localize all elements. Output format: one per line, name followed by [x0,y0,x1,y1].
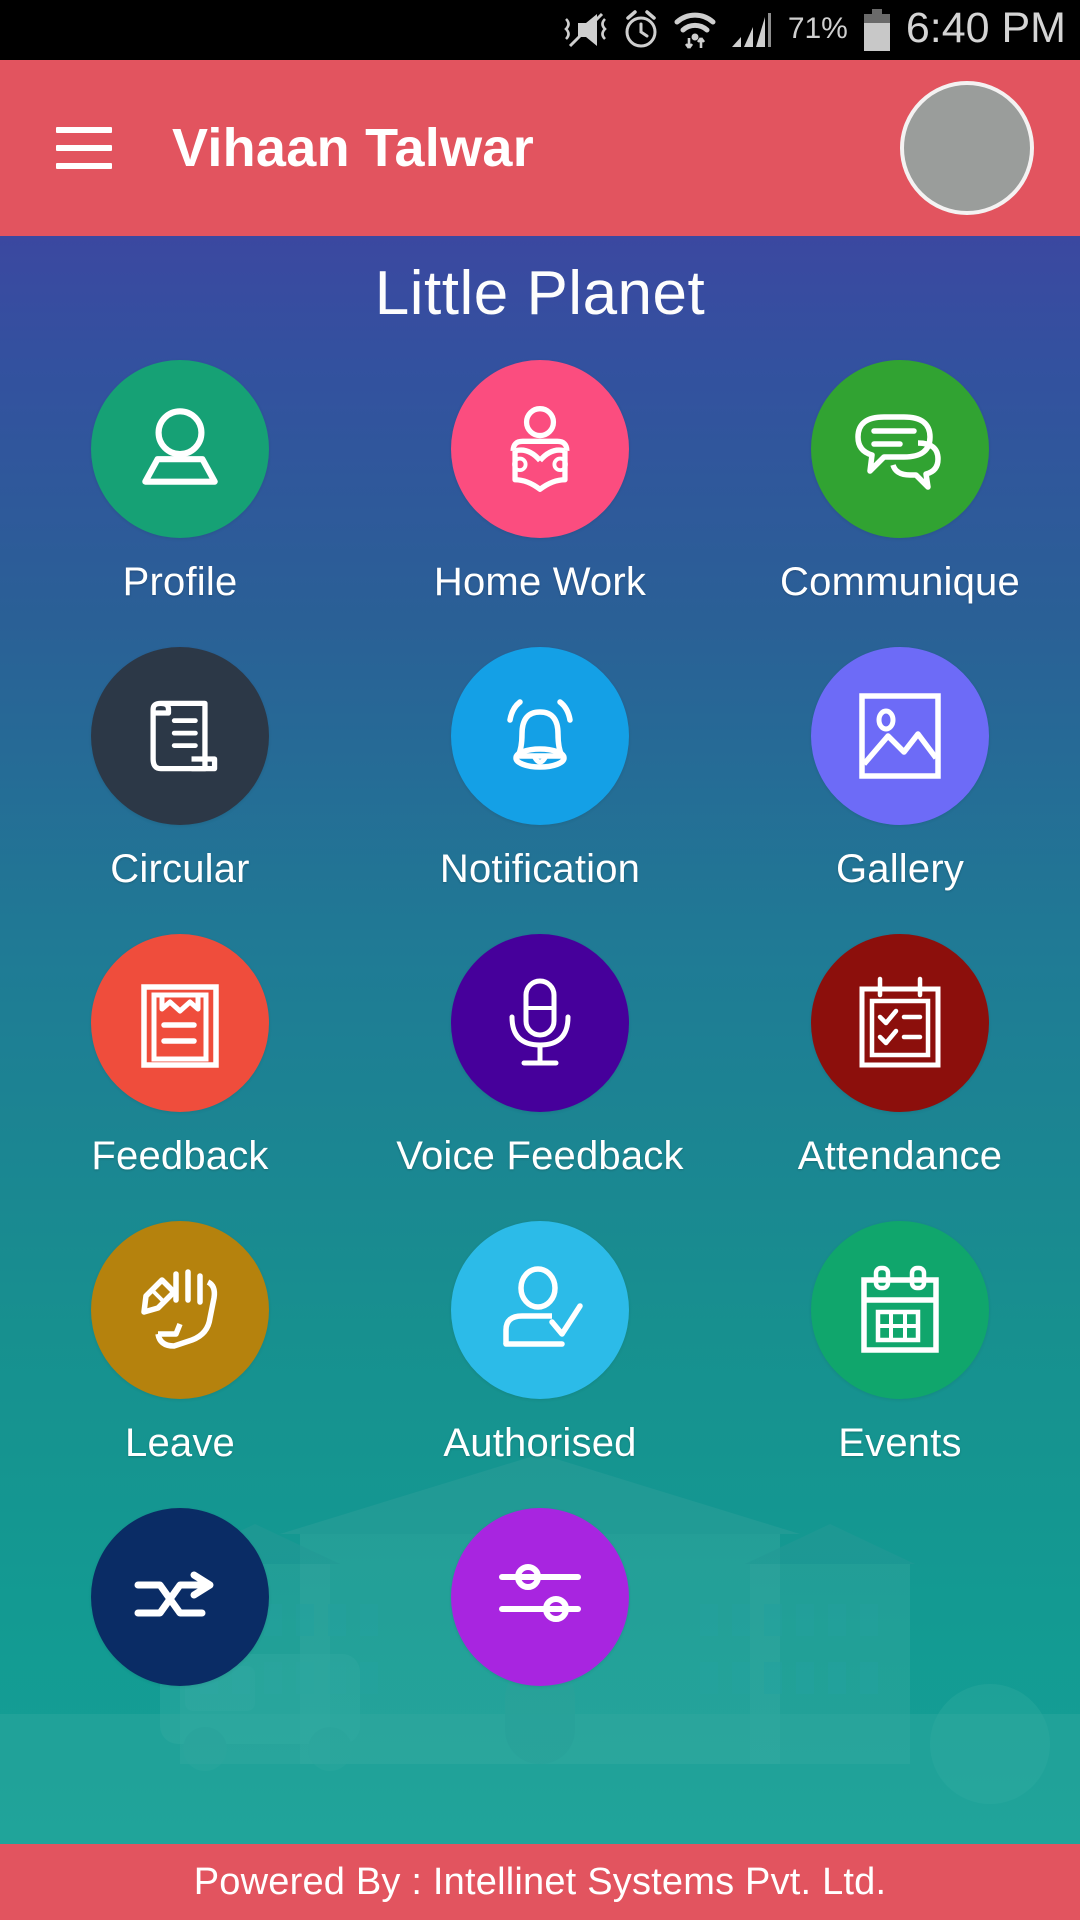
alarm-icon [622,10,660,50]
tile-bubble [91,1508,269,1686]
tile-bubble [91,934,269,1112]
tile-bubble [91,647,269,825]
scroll-document-icon [132,688,228,784]
tile-label: Attendance [797,1134,1003,1178]
transfer-arrows-icon [130,1547,230,1647]
app-header: Vihaan Talwar [0,60,1080,236]
main-content: Little Planet Profile Home Work Communiq… [0,236,1080,1844]
tile-label: Profile [122,560,238,604]
tile-label: Voice Feedback [396,1134,684,1178]
tile-gallery[interactable]: Gallery [720,647,1080,892]
settings-sliders-icon [490,1547,590,1647]
calendar-icon [852,1260,948,1360]
battery-percent-label: 71% [787,12,848,45]
battery-icon [862,8,892,52]
tile-label: Authorised [443,1421,637,1465]
tile-label: Home Work [433,560,647,604]
tile-bubble [451,934,629,1112]
footer-bar: Powered By : Intellinet Systems Pvt. Ltd… [0,1844,1080,1920]
tile-settings[interactable] [360,1508,720,1708]
tile-voice-feedback[interactable]: Voice Feedback [360,934,720,1179]
tile-bubble [91,360,269,538]
hand-writing-icon [132,1260,228,1360]
tile-bubble [451,360,629,538]
app-root: 71% 6:40 PM Vihaan Talwar Little Planet … [0,0,1080,1920]
image-picture-icon [854,686,946,786]
tile-attendance[interactable]: Attendance [720,934,1080,1179]
app-tile-grid: Profile Home Work Communique Circular No… [0,360,1080,1708]
bell-icon [490,686,590,786]
tile-label: Circular [110,847,250,891]
tile-bubble [811,647,989,825]
reading-person-icon [492,401,588,497]
tile-bubble [811,934,989,1112]
tile-label: Notification [439,847,641,891]
wifi-icon [674,10,716,50]
tile-profile[interactable]: Profile [0,360,360,605]
chat-bubbles-icon [848,399,952,499]
tile-bubble [811,360,989,538]
tile-label: Events [838,1421,962,1465]
user-profile-icon [129,398,231,500]
tile-events[interactable]: Events [720,1221,1080,1466]
microphone-icon [494,973,586,1073]
tile-bubble [451,647,629,825]
tile-label: Feedback [91,1134,269,1178]
tile-circular[interactable]: Circular [0,647,360,892]
tile-leave[interactable]: Leave [0,1221,360,1466]
tile-home-work[interactable]: Home Work [360,360,720,605]
vibrate-mute-icon [563,11,608,49]
tile-bubble [451,1508,629,1686]
tile-label: Communique [780,560,1020,604]
avatar[interactable] [900,81,1034,215]
tile-feedback[interactable]: Feedback [0,934,360,1179]
page-title: Little Planet [374,259,706,328]
hamburger-menu-icon[interactable] [56,127,112,169]
user-check-icon [490,1260,590,1360]
powered-by-label: Powered By : Intellinet Systems Pvt. Ltd… [193,1860,887,1903]
tile-notification[interactable]: Notification [360,647,720,892]
tile-bubble [811,1221,989,1399]
tile-communique[interactable]: Communique [720,360,1080,605]
tile-label: Leave [125,1421,235,1465]
tile-bubble [91,1221,269,1399]
tile-transfer[interactable] [0,1508,360,1708]
status-bar: 71% 6:40 PM [0,0,1080,60]
signal-icon [730,11,774,49]
tile-authorised[interactable]: Authorised [360,1221,720,1466]
calendar-check-icon [852,973,948,1073]
clipboard-icon [134,973,226,1073]
tile-label: Gallery [835,847,965,891]
header-user-name: Vihaan Talwar [172,118,535,178]
tile-bubble [451,1221,629,1399]
clock-label: 6:40 PM [905,4,1066,52]
